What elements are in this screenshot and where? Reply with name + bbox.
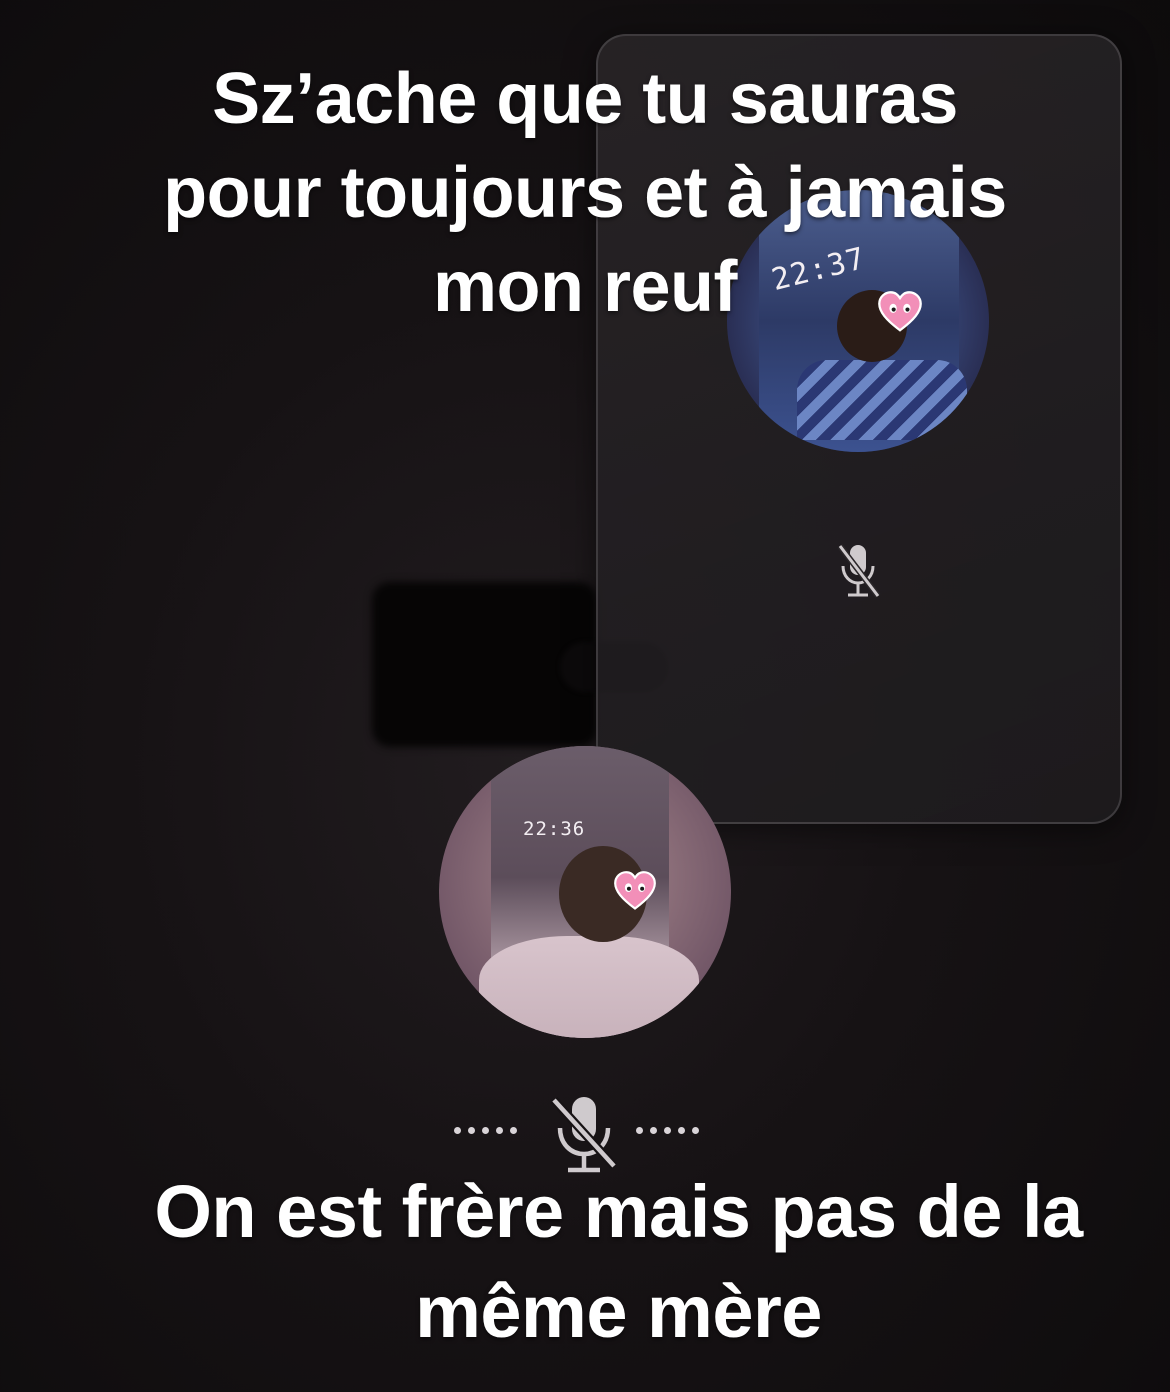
- audio-level-dots-left: [454, 1127, 517, 1134]
- caption-line: mon reuf: [432, 247, 738, 327]
- local-participant-avatar[interactable]: 22:36: [439, 746, 731, 1038]
- caption-line: pour toujours et à jamais: [163, 153, 1007, 233]
- audio-level-dots-right: [636, 1127, 699, 1134]
- caption-bottom: On est frère mais pas de la même mère: [60, 1162, 1170, 1362]
- striped-clothing: [797, 360, 967, 440]
- local-clock-overlay: 22:36: [523, 818, 586, 840]
- caption-line: même mère: [415, 1270, 822, 1353]
- caption-line: Sz’ache que tu sauras: [212, 59, 958, 139]
- caption-top: Sz’ache que tu sauras pour toujours et à…: [100, 52, 1070, 334]
- caption-line: On est frère mais pas de la: [154, 1170, 1083, 1253]
- heart-sticker-icon: [614, 871, 656, 910]
- blanket: [479, 936, 699, 1038]
- mic-off-icon: [837, 544, 881, 598]
